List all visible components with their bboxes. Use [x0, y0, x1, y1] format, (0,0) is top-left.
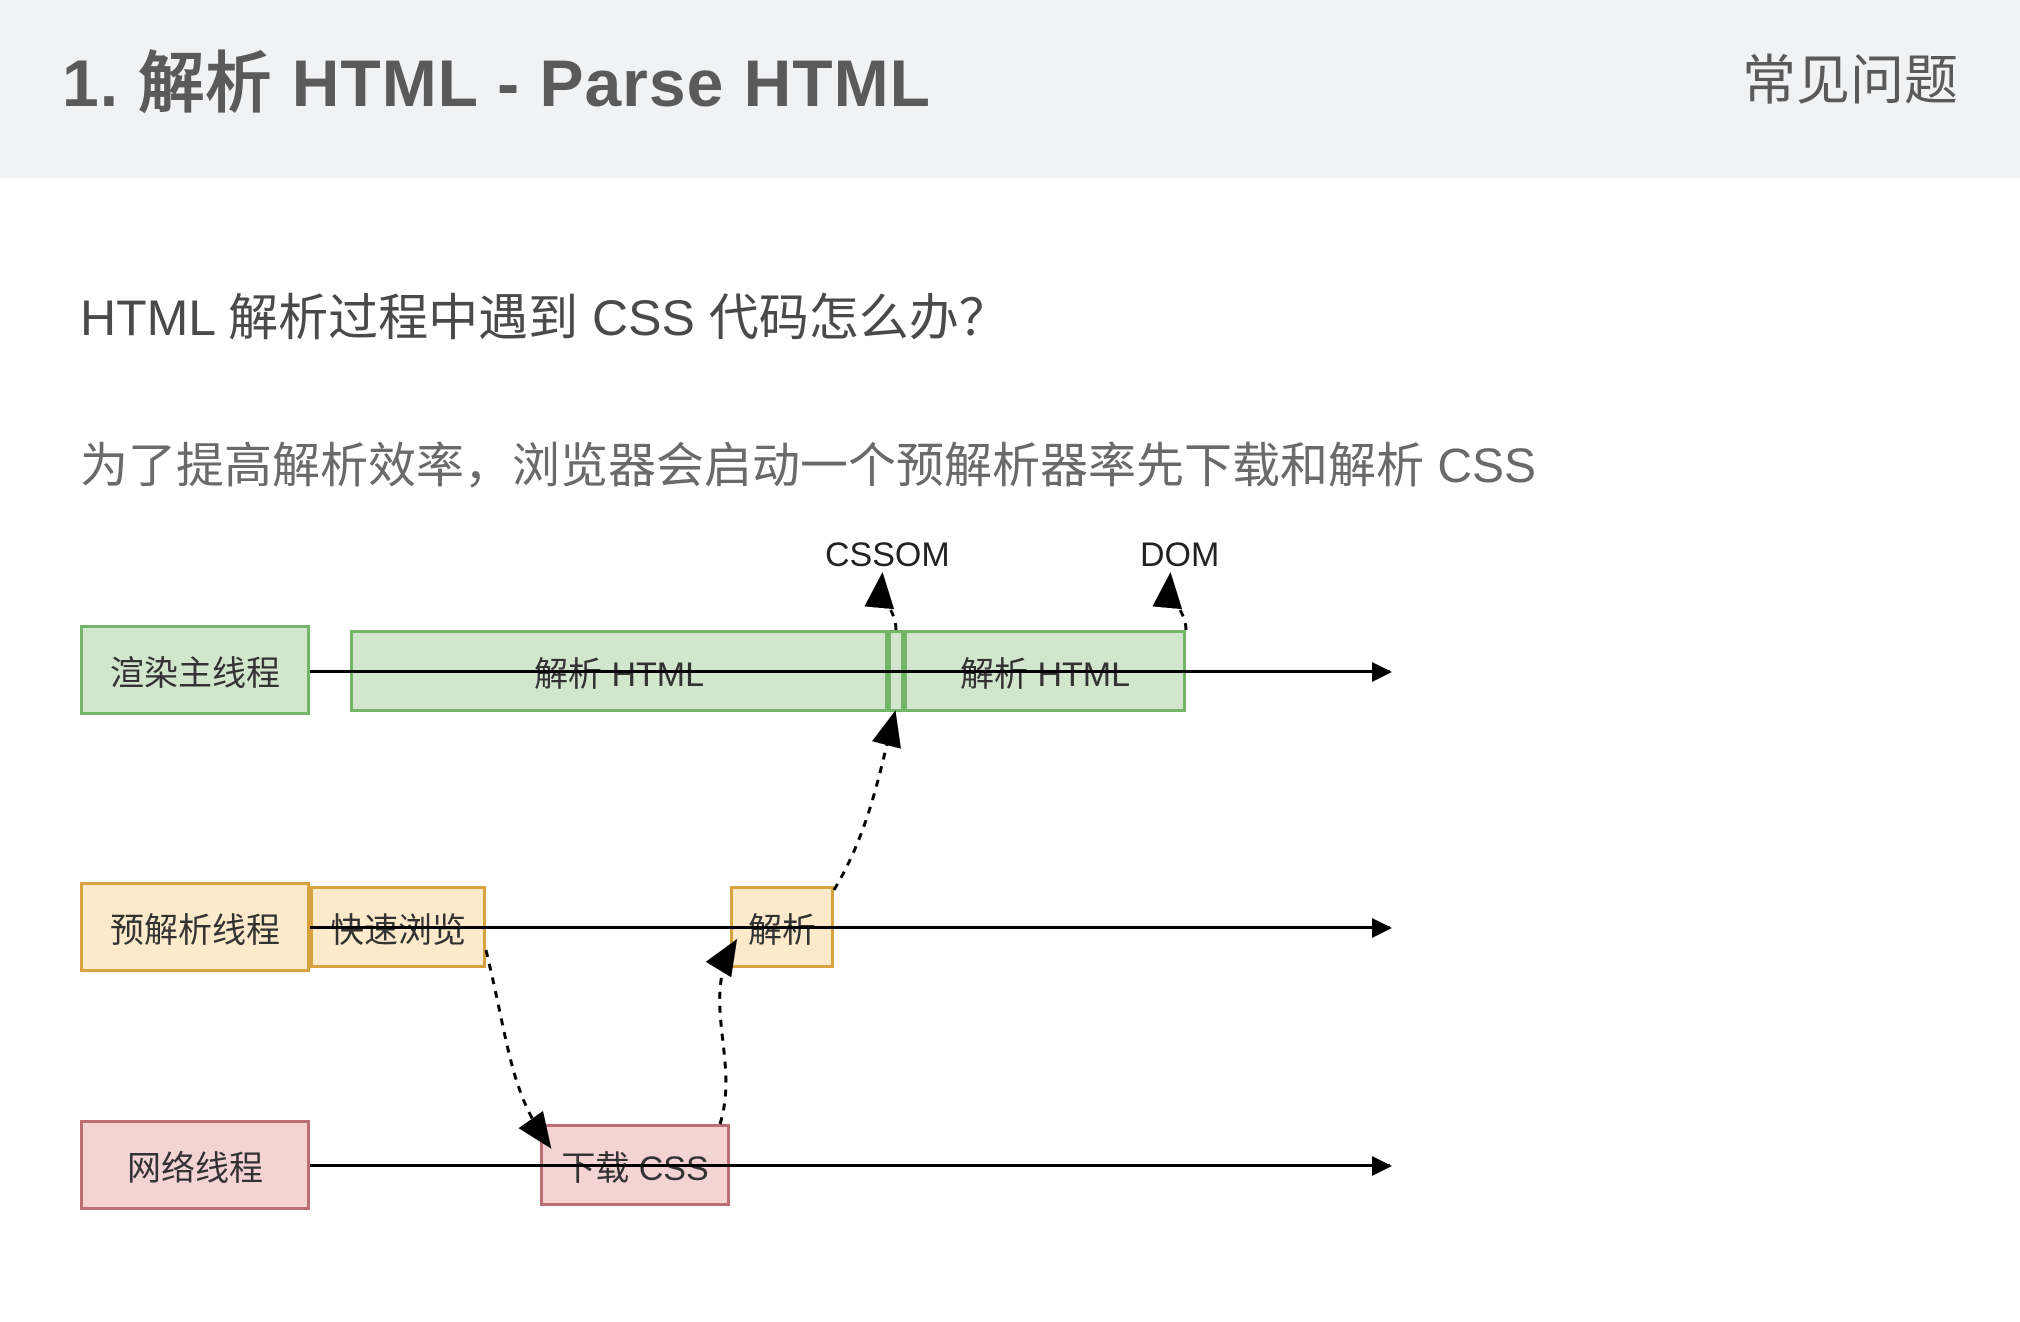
faq-label: 常见问题 — [1742, 36, 1958, 115]
timeline-network — [310, 1164, 1390, 1167]
lane-preparse-label: 预解析线程 — [80, 882, 310, 972]
answer-text: 为了提高解析效率，浏览器会启动一个预解析器率先下载和解析 CSS — [80, 426, 1940, 496]
lane-network-label: 网络线程 — [80, 1120, 310, 1210]
slide: 1. 解析 HTML - Parse HTML 常见问题 HTML 解析过程中遇… — [0, 0, 2020, 1322]
timeline-render — [310, 670, 1390, 673]
lane-render-label: 渲染主线程 — [80, 625, 310, 715]
body: HTML 解析过程中遇到 CSS 代码怎么办？ 为了提高解析效率，浏览器会启动一… — [0, 278, 2020, 496]
header: 1. 解析 HTML - Parse HTML 常见问题 — [0, 0, 2020, 178]
slide-title: 1. 解析 HTML - Parse HTML — [62, 30, 931, 126]
question-text: HTML 解析过程中遇到 CSS 代码怎么办？ — [80, 278, 1940, 350]
output-dom: DOM — [1140, 536, 1219, 575]
diagram: CSSOM DOM 渲染主线程 解析 HTML 解析 HTML 预解析线程 快速… — [80, 530, 1480, 1250]
timeline-preparse — [310, 926, 1390, 929]
output-cssom: CSSOM — [825, 536, 950, 575]
